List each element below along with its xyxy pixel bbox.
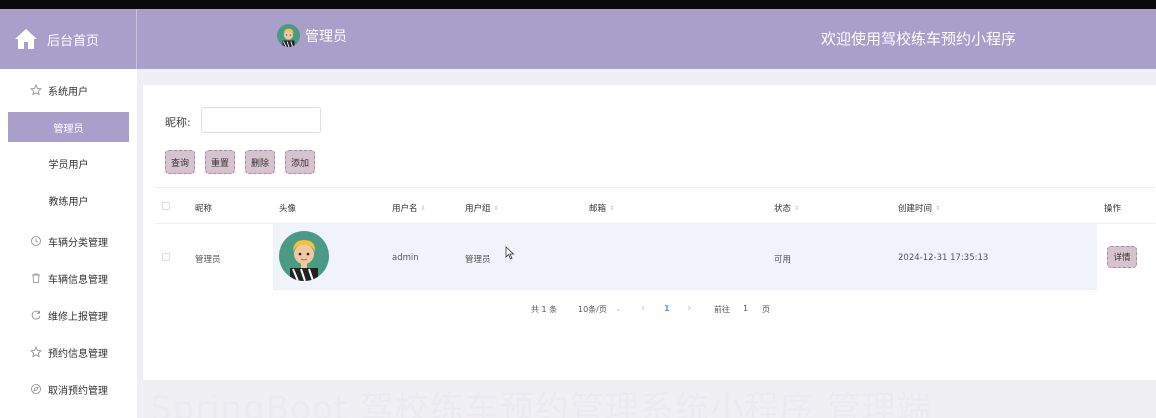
col-status-label: 状态 xyxy=(774,204,792,214)
sidebar-item-label: 系统用户 xyxy=(48,86,88,98)
col-email-label: 邮箱 xyxy=(589,204,607,214)
nickname-search-input[interactable] xyxy=(201,107,321,133)
sidebar-item-label: 学员用户 xyxy=(48,159,89,171)
sidebar-item-label: 教练用户 xyxy=(48,196,89,208)
watermark-text: SpringBoot 驾校练车预约管理系统小程序 管理端 xyxy=(150,389,932,418)
sidebar-item-admin[interactable]: 管理员 xyxy=(8,112,129,142)
compass-icon xyxy=(30,383,42,395)
sidebar-item-students[interactable]: 学员用户 xyxy=(0,148,137,178)
cell-nickname: 管理员 xyxy=(195,255,221,265)
col-status[interactable]: 状态 ⇕ xyxy=(774,202,799,214)
cell-username: admin xyxy=(392,253,419,263)
site-title: 欢迎使用驾校练车预约小程序 xyxy=(821,30,1017,48)
admin-avatar xyxy=(277,24,300,47)
user-avatar xyxy=(279,231,329,281)
sort-icon: ⇕ xyxy=(420,204,426,212)
col-group-label: 用户组 xyxy=(465,204,491,214)
trash-icon xyxy=(30,272,42,284)
next-page-button[interactable]: › xyxy=(687,301,691,314)
main-content: 昵称: 查询 重置 删除 添加 昵称 头像 用户名 ⇕ 用户组 ⇕ 邮箱 ⇕ 状态 ⇕ … xyxy=(143,85,1156,380)
users-table: 昵称 头像 用户名 ⇕ 用户组 ⇕ 邮箱 ⇕ 状态 ⇕ 创建时间 ⇕ 操作 管理员 xyxy=(155,187,1155,290)
col-created-label: 创建时间 xyxy=(898,204,933,214)
sidebar-item-label: 维修上报管理 xyxy=(48,311,108,323)
prev-page-button[interactable]: ‹ xyxy=(641,301,645,314)
cell-status: 可用 xyxy=(774,255,792,265)
col-avatar: 头像 xyxy=(279,204,297,214)
sidebar-item-label: 取消预约管理 xyxy=(48,385,108,397)
col-created[interactable]: 创建时间 ⇕ xyxy=(898,202,940,214)
current-page[interactable]: 1 xyxy=(664,304,670,313)
top-black-bar xyxy=(0,0,1156,9)
mouse-cursor-icon xyxy=(505,246,515,260)
sidebar-item-label: 车辆分类管理 xyxy=(48,237,108,249)
pagination-total: 共 1 条 xyxy=(531,305,558,314)
table-header: 昵称 头像 用户名 ⇕ 用户组 ⇕ 邮箱 ⇕ 状态 ⇕ 创建时间 ⇕ 操作 xyxy=(155,188,1155,224)
col-email[interactable]: 邮箱 ⇕ xyxy=(589,202,614,214)
select-all-checkbox[interactable] xyxy=(162,202,170,210)
delete-button[interactable]: 删除 xyxy=(245,150,275,174)
col-username-label: 用户名 xyxy=(392,204,418,214)
search-label: 昵称: xyxy=(165,116,191,129)
col-nickname: 昵称 xyxy=(195,204,213,214)
star-icon xyxy=(30,345,42,358)
add-button[interactable]: 添加 xyxy=(285,150,315,174)
page-size-select[interactable]: 10条/页 xyxy=(578,304,607,315)
admin-name: 管理员 xyxy=(305,28,347,45)
cell-group: 管理员 xyxy=(465,255,491,265)
page-suffix: 页 xyxy=(762,305,770,314)
sort-icon: ⇕ xyxy=(493,204,499,212)
sidebar-item-coaches[interactable]: 教练用户 xyxy=(0,185,137,215)
col-actions: 操作 xyxy=(1104,204,1122,214)
cell-created: 2024-12-31 17:35:13 xyxy=(898,253,989,263)
home-icon xyxy=(14,28,38,50)
sidebar-item-label: 车辆信息管理 xyxy=(48,274,108,286)
col-username[interactable]: 用户名 ⇕ xyxy=(392,202,426,214)
sidebar-item-label: 预约信息管理 xyxy=(48,348,108,360)
clock-icon xyxy=(30,235,42,247)
sidebar-item-vehicle-info[interactable]: 车辆信息管理 xyxy=(0,263,137,293)
sidebar-item-vehicle-category[interactable]: 车辆分类管理 xyxy=(0,226,137,256)
sidebar-item-repair-report[interactable]: 维修上报管理 xyxy=(0,300,137,330)
query-button[interactable]: 查询 xyxy=(165,150,195,174)
sidebar-item-booking-info[interactable]: 预约信息管理 xyxy=(0,337,137,367)
sidebar: 系统用户 管理员 学员用户 教练用户 车辆分类管理 车辆信息管理 维修上报管理 … xyxy=(0,69,137,418)
sidebar-item-cancel-booking[interactable]: 取消预约管理 xyxy=(0,374,137,404)
sort-icon: ⇕ xyxy=(609,204,615,212)
detail-button[interactable]: 详情 xyxy=(1107,246,1137,268)
admin-profile[interactable]: 管理员 xyxy=(277,24,347,47)
col-group[interactable]: 用户组 ⇕ xyxy=(465,202,499,214)
home-link[interactable]: 后台首页 xyxy=(0,9,137,69)
table-row[interactable]: 管理员 admin 管理员 可用 2024-12-31 17:35:13 详情 xyxy=(155,224,1155,290)
home-label: 后台首页 xyxy=(47,33,100,49)
chevron-down-icon[interactable]: ⌄ xyxy=(615,304,622,313)
sidebar-item-system-users[interactable]: 系统用户 xyxy=(0,75,137,105)
reset-button[interactable]: 重置 xyxy=(205,150,235,174)
star-icon xyxy=(30,83,42,96)
refresh-icon xyxy=(30,309,42,321)
sort-icon: ⇕ xyxy=(794,204,800,212)
goto-page-input[interactable]: 1 xyxy=(743,304,748,313)
row-checkbox[interactable] xyxy=(162,253,170,261)
sort-icon: ⇕ xyxy=(935,204,941,212)
sidebar-item-label: 管理员 xyxy=(53,123,84,135)
header-bar: 后台首页 管理员 欢迎使用驾校练车预约小程序 xyxy=(0,9,1156,69)
goto-label: 前往 xyxy=(714,305,730,314)
